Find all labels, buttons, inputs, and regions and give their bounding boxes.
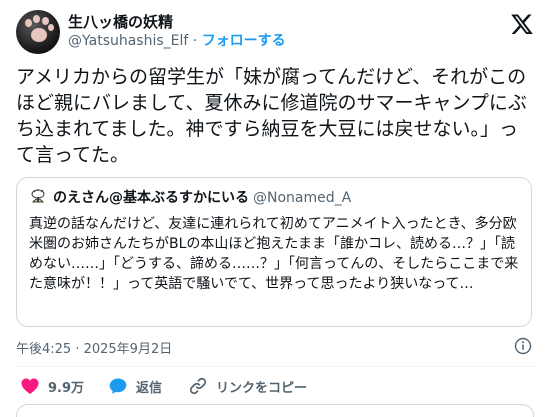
- avatar-paw-toe: [48, 24, 54, 31]
- tweet-card: 生八ッ橋の妖精 @Yatsuhashis_Elf · フォローする アメリカから…: [0, 0, 550, 417]
- read-more-button[interactable]: [16, 404, 534, 417]
- divider: [16, 366, 534, 367]
- quoted-author-avatar: [29, 188, 47, 206]
- reply-button[interactable]: 返信: [108, 374, 162, 398]
- quoted-tweet-header: のえさん@基本ぶるすかにいる @Nonamed_A: [29, 188, 351, 208]
- tweet-timestamp[interactable]: 午後4:25 · 2025年9月2日: [16, 338, 172, 357]
- quoted-author-name: のえさん@基本ぶるすかにいる: [53, 190, 249, 206]
- like-button[interactable]: 9.9万: [20, 374, 84, 398]
- copy-link-button[interactable]: リンクをコピー: [188, 374, 307, 398]
- like-count: 9.9万: [48, 380, 85, 396]
- heart-icon: [21, 378, 39, 394]
- quoted-author-handle: @Nonamed_A: [253, 190, 352, 206]
- handle-separator: ·: [192, 33, 198, 49]
- tweet-text: アメリカからの留学生が「妹が腐ってんだけど、それがこのほど親にバレまして、夏休み…: [16, 66, 527, 166]
- quoted-tweet[interactable]: のえさん@基本ぶるすかにいる @Nonamed_A 真逆の話なんだけど、友達に連れ…: [16, 177, 532, 327]
- avatar-paw-toe: [25, 19, 32, 27]
- reply-label: 返信: [136, 380, 163, 396]
- author-display-name[interactable]: 生八ッ橋の妖精: [68, 12, 286, 32]
- follow-button[interactable]: フォローする: [202, 33, 286, 49]
- link-icon: [189, 377, 207, 395]
- info-icon[interactable]: [514, 337, 532, 355]
- avatar-paw-toe: [42, 17, 49, 25]
- tweet-header: 生八ッ橋の妖精 @Yatsuhashis_Elf · フォローする: [16, 8, 534, 56]
- author-info: 生八ッ橋の妖精 @Yatsuhashis_Elf · フォローする: [68, 12, 286, 51]
- avatar-paw-toe: [33, 15, 40, 23]
- author-handle-row: @Yatsuhashis_Elf · フォローする: [68, 32, 286, 51]
- author-avatar[interactable]: [16, 10, 60, 54]
- copy-link-label: リンクをコピー: [216, 380, 308, 396]
- author-handle[interactable]: @Yatsuhashis_Elf: [68, 33, 188, 49]
- quoted-avatar-icon: [31, 189, 45, 203]
- speech-bubble-icon: [109, 378, 127, 394]
- avatar-paw-pad: [31, 28, 47, 42]
- quoted-tweet-text: 真逆の話なんだけど、友達に連れられて初めてアニメイト入ったとき、多分欧米圏のお姉…: [29, 216, 519, 292]
- x-logo-icon[interactable]: [510, 12, 534, 36]
